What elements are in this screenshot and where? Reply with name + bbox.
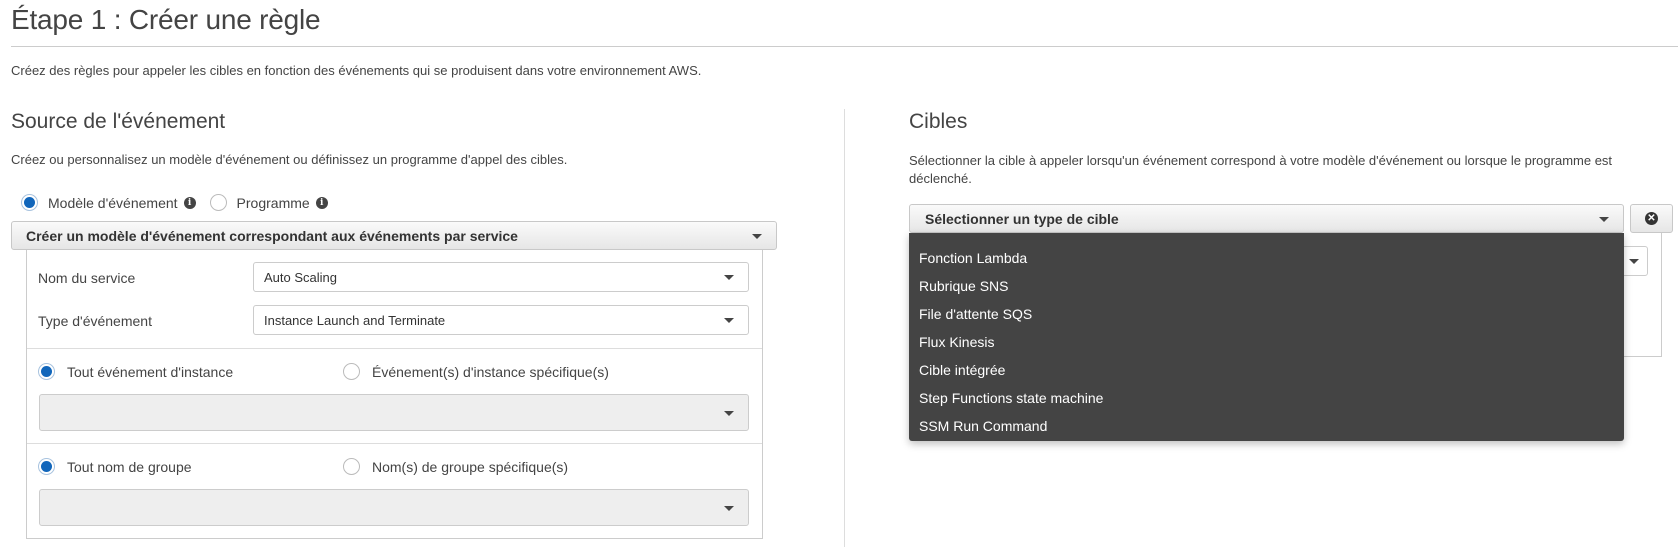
- group-name-select[interactable]: [39, 489, 749, 526]
- radio-schedule-label: Programme: [236, 194, 310, 211]
- menu-item-kinesis-stream[interactable]: Flux Kinesis: [909, 328, 1624, 356]
- chevron-down-icon: [752, 233, 762, 239]
- targets-title: Cibles: [909, 110, 968, 133]
- menu-item-builtin-target[interactable]: Cible intégrée: [909, 356, 1624, 384]
- chevron-down-icon: [724, 318, 734, 323]
- column-divider: [844, 109, 845, 547]
- menu-item-sqs-queue[interactable]: File d'attente SQS: [909, 300, 1624, 328]
- target-type-dropdown[interactable]: Sélectionner un type de cible: [909, 204, 1624, 233]
- service-name-value: Auto Scaling: [264, 269, 337, 285]
- radio-any-instance-event[interactable]: Tout événement d'instance: [38, 363, 233, 380]
- event-type-label: Type d'événement: [38, 313, 152, 329]
- radio-specific-group-name[interactable]: Nom(s) de groupe spécifique(s): [343, 458, 568, 475]
- radio-any-group-name-control[interactable]: [38, 458, 55, 475]
- group-name-group-specific: Nom(s) de groupe spécifique(s): [343, 458, 568, 475]
- radio-specific-instance-event-control[interactable]: [343, 363, 360, 380]
- menu-item-step-functions[interactable]: Step Functions state machine: [909, 384, 1624, 412]
- remove-target-button[interactable]: ✕: [1630, 204, 1673, 233]
- chevron-down-icon: [724, 275, 734, 280]
- chevron-down-icon: [1629, 259, 1639, 264]
- radio-specific-group-name-label: Nom(s) de groupe spécifique(s): [372, 458, 569, 475]
- chevron-down-icon: [724, 505, 734, 511]
- info-icon[interactable]: i: [315, 196, 328, 209]
- chevron-down-icon: [1599, 216, 1609, 222]
- menu-item-lambda-function[interactable]: Fonction Lambda: [909, 244, 1624, 272]
- radio-event-pattern-control[interactable]: [21, 194, 38, 211]
- info-icon[interactable]: i: [183, 196, 196, 209]
- event-source-mode-group: Modèle d'événement i Programme i: [21, 194, 328, 211]
- event-pattern-dropdown-label: Créer un modèle d'événement correspondan…: [26, 227, 518, 244]
- menu-item-ssm-run-command[interactable]: SSM Run Command: [909, 412, 1624, 440]
- radio-specific-instance-event-label: Événement(s) d'instance spécifique(s): [372, 363, 609, 380]
- radio-event-pattern[interactable]: Modèle d'événement i: [21, 194, 196, 211]
- event-type-value: Instance Launch and Terminate: [264, 312, 446, 328]
- group-name-group: Tout nom de groupe: [38, 458, 192, 475]
- radio-any-instance-event-control[interactable]: [38, 363, 55, 380]
- radio-any-instance-event-label: Tout événement d'instance: [67, 363, 234, 380]
- target-type-menu: Fonction Lambda Rubrique SNS File d'atte…: [909, 233, 1624, 441]
- event-pattern-dropdown[interactable]: Créer un modèle d'événement correspondan…: [11, 221, 777, 250]
- title-divider: [11, 46, 1678, 47]
- close-icon: ✕: [1645, 212, 1658, 225]
- event-type-select[interactable]: Instance Launch and Terminate: [253, 305, 749, 335]
- radio-event-pattern-label: Modèle d'événement: [48, 194, 178, 211]
- radio-specific-instance-event[interactable]: Événement(s) d'instance spécifique(s): [343, 363, 609, 380]
- chevron-down-icon: [724, 410, 734, 416]
- radio-schedule[interactable]: Programme i: [209, 194, 328, 211]
- radio-schedule-control[interactable]: [209, 194, 227, 211]
- target-type-dropdown-label: Sélectionner un type de cible: [925, 210, 1119, 227]
- menu-item-sns-topic[interactable]: Rubrique SNS: [909, 272, 1624, 300]
- event-source-description: Créez ou personnalisez un modèle d'événe…: [11, 152, 568, 167]
- instance-event-group: Tout événement d'instance: [38, 363, 233, 380]
- instance-event-select[interactable]: [39, 394, 749, 431]
- event-source-title: Source de l'événement: [11, 110, 226, 133]
- targets-description: Sélectionner la cible à appeler lorsqu'u…: [909, 153, 1613, 186]
- instance-event-group-specific: Événement(s) d'instance spécifique(s): [343, 363, 609, 380]
- service-name-label: Nom du service: [38, 270, 136, 286]
- service-name-select[interactable]: Auto Scaling: [253, 262, 749, 292]
- panel-divider: [27, 348, 762, 349]
- radio-any-group-name-label: Tout nom de groupe: [67, 458, 192, 475]
- page-description: Créez des règles pour appeler les cibles…: [11, 63, 702, 78]
- radio-specific-group-name-control[interactable]: [343, 458, 360, 475]
- radio-any-group-name[interactable]: Tout nom de groupe: [38, 458, 192, 475]
- page-title: Étape 1 : Créer une règle: [11, 4, 321, 35]
- panel-divider: [27, 443, 762, 444]
